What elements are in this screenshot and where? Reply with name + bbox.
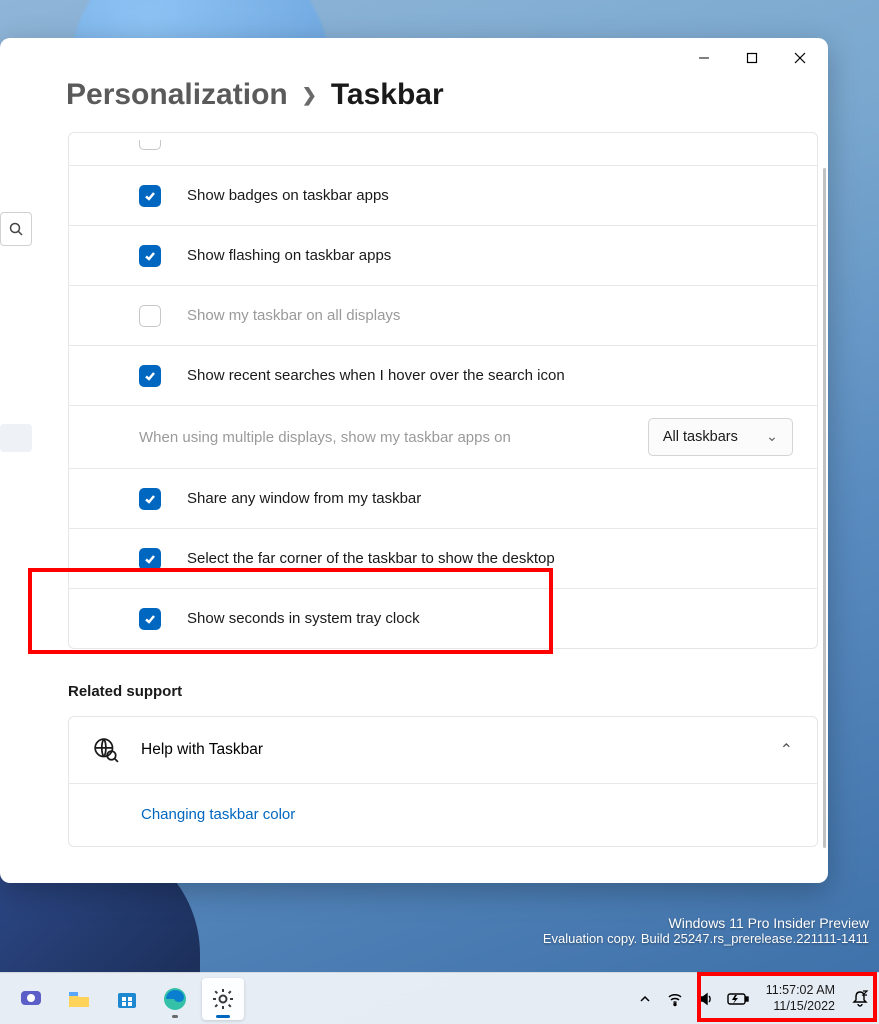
clock-time: 11:57:02 AM bbox=[766, 983, 835, 999]
scrollbar-thumb[interactable] bbox=[823, 168, 826, 848]
maximize-button[interactable] bbox=[728, 38, 776, 78]
setting-row-all-displays: Show my taskbar on all displays bbox=[69, 285, 817, 345]
checkbox-show-seconds[interactable] bbox=[139, 608, 161, 630]
windows-watermark: Windows 11 Pro Insider Preview Evaluatio… bbox=[543, 915, 869, 946]
clock-date: 11/15/2022 bbox=[766, 999, 835, 1015]
support-link-changing-color[interactable]: Changing taskbar color bbox=[141, 806, 295, 823]
support-row-help[interactable]: Help with Taskbar ⌃ bbox=[69, 717, 817, 783]
settings-window: Personalization ❯ Taskbar Show badges on… bbox=[0, 38, 828, 883]
bell-snooze-icon bbox=[851, 989, 869, 1009]
store-icon bbox=[114, 986, 140, 1012]
search-icon bbox=[9, 222, 23, 236]
taskbar: 11:57:02 AM 11/15/2022 bbox=[0, 972, 879, 1024]
tray-battery-icon[interactable] bbox=[726, 990, 750, 1008]
edge-icon bbox=[162, 986, 188, 1012]
checkbox-cutoff bbox=[139, 140, 161, 150]
checkbox-flashing[interactable] bbox=[139, 245, 161, 267]
setting-row-share-window[interactable]: Share any window from my taskbar bbox=[69, 468, 817, 528]
watermark-line1: Windows 11 Pro Insider Preview bbox=[543, 915, 869, 931]
tray-overflow-button[interactable] bbox=[636, 990, 654, 1008]
setting-label: Show flashing on taskbar apps bbox=[187, 247, 793, 264]
checkbox-share-window[interactable] bbox=[139, 488, 161, 510]
list-row-cutoff bbox=[69, 133, 817, 165]
taskbar-app-explorer[interactable] bbox=[58, 978, 100, 1020]
setting-label: Select the far corner of the taskbar to … bbox=[187, 550, 793, 567]
setting-row-multi-displays: When using multiple displays, show my ta… bbox=[69, 405, 817, 468]
tray-clock[interactable]: 11:57:02 AM 11/15/2022 bbox=[762, 983, 839, 1014]
support-card: Help with Taskbar ⌃ Changing taskbar col… bbox=[68, 716, 818, 847]
tray-volume-icon[interactable] bbox=[696, 990, 714, 1008]
setting-label: When using multiple displays, show my ta… bbox=[139, 429, 634, 446]
taskbar-app-settings[interactable] bbox=[202, 978, 244, 1020]
setting-label: Show recent searches when I hover over t… bbox=[187, 367, 793, 384]
breadcrumb-parent[interactable]: Personalization bbox=[66, 78, 288, 112]
minimize-button[interactable] bbox=[680, 38, 728, 78]
wifi-icon bbox=[667, 991, 683, 1007]
battery-icon bbox=[727, 992, 749, 1006]
taskbar-app-chat[interactable] bbox=[10, 978, 52, 1020]
setting-row-flashing[interactable]: Show flashing on taskbar apps bbox=[69, 225, 817, 285]
checkbox-all-displays bbox=[139, 305, 161, 327]
tray-notifications-icon[interactable] bbox=[851, 990, 869, 1008]
support-link-row: Changing taskbar color bbox=[69, 783, 817, 846]
running-indicator bbox=[216, 1015, 230, 1018]
setting-row-badges[interactable]: Show badges on taskbar apps bbox=[69, 165, 817, 225]
folder-icon bbox=[66, 986, 92, 1012]
taskbar-pinned-apps bbox=[10, 978, 244, 1020]
chevron-right-icon: ❯ bbox=[302, 85, 317, 106]
titlebar bbox=[0, 38, 828, 78]
setting-row-far-corner[interactable]: Select the far corner of the taskbar to … bbox=[69, 528, 817, 588]
speaker-icon bbox=[697, 991, 713, 1007]
setting-row-recent-searches[interactable]: Show recent searches when I hover over t… bbox=[69, 345, 817, 405]
taskbar-app-edge[interactable] bbox=[154, 978, 196, 1020]
chevron-down-icon: ⌄ bbox=[766, 429, 778, 445]
close-button[interactable] bbox=[776, 38, 824, 78]
breadcrumb-current: Taskbar bbox=[331, 78, 444, 112]
setting-label: Show badges on taskbar apps bbox=[187, 187, 793, 204]
sidebar-search-button[interactable] bbox=[0, 212, 32, 246]
gear-icon bbox=[211, 987, 235, 1011]
chevron-up-icon[interactable]: ⌃ bbox=[780, 740, 793, 760]
setting-label: Show my taskbar on all displays bbox=[187, 307, 793, 324]
content-area: Show badges on taskbar apps Show flashin… bbox=[0, 132, 828, 883]
setting-label: Share any window from my taskbar bbox=[187, 490, 793, 507]
checkbox-badges[interactable] bbox=[139, 185, 161, 207]
dropdown-taskbar-apps-on[interactable]: All taskbars ⌄ bbox=[648, 418, 793, 456]
tray-wifi-icon[interactable] bbox=[666, 990, 684, 1008]
globe-search-icon bbox=[93, 737, 119, 763]
settings-list: Show badges on taskbar apps Show flashin… bbox=[68, 132, 818, 649]
checkbox-far-corner[interactable] bbox=[139, 548, 161, 570]
chat-icon bbox=[18, 986, 44, 1012]
support-title: Help with Taskbar bbox=[141, 741, 758, 759]
setting-row-show-seconds[interactable]: Show seconds in system tray clock bbox=[69, 588, 817, 648]
taskbar-app-store[interactable] bbox=[106, 978, 148, 1020]
running-indicator bbox=[172, 1015, 178, 1018]
sidebar-active-item[interactable] bbox=[0, 424, 32, 452]
watermark-line2: Evaluation copy. Build 25247.rs_prerelea… bbox=[543, 931, 869, 946]
checkbox-recent-searches[interactable] bbox=[139, 365, 161, 387]
related-support-heading: Related support bbox=[68, 683, 818, 700]
dropdown-selected: All taskbars bbox=[663, 429, 738, 445]
chevron-up-icon bbox=[639, 993, 651, 1005]
setting-label: Show seconds in system tray clock bbox=[187, 610, 793, 627]
breadcrumb: Personalization ❯ Taskbar bbox=[0, 78, 828, 132]
system-tray: 11:57:02 AM 11/15/2022 bbox=[636, 983, 869, 1014]
